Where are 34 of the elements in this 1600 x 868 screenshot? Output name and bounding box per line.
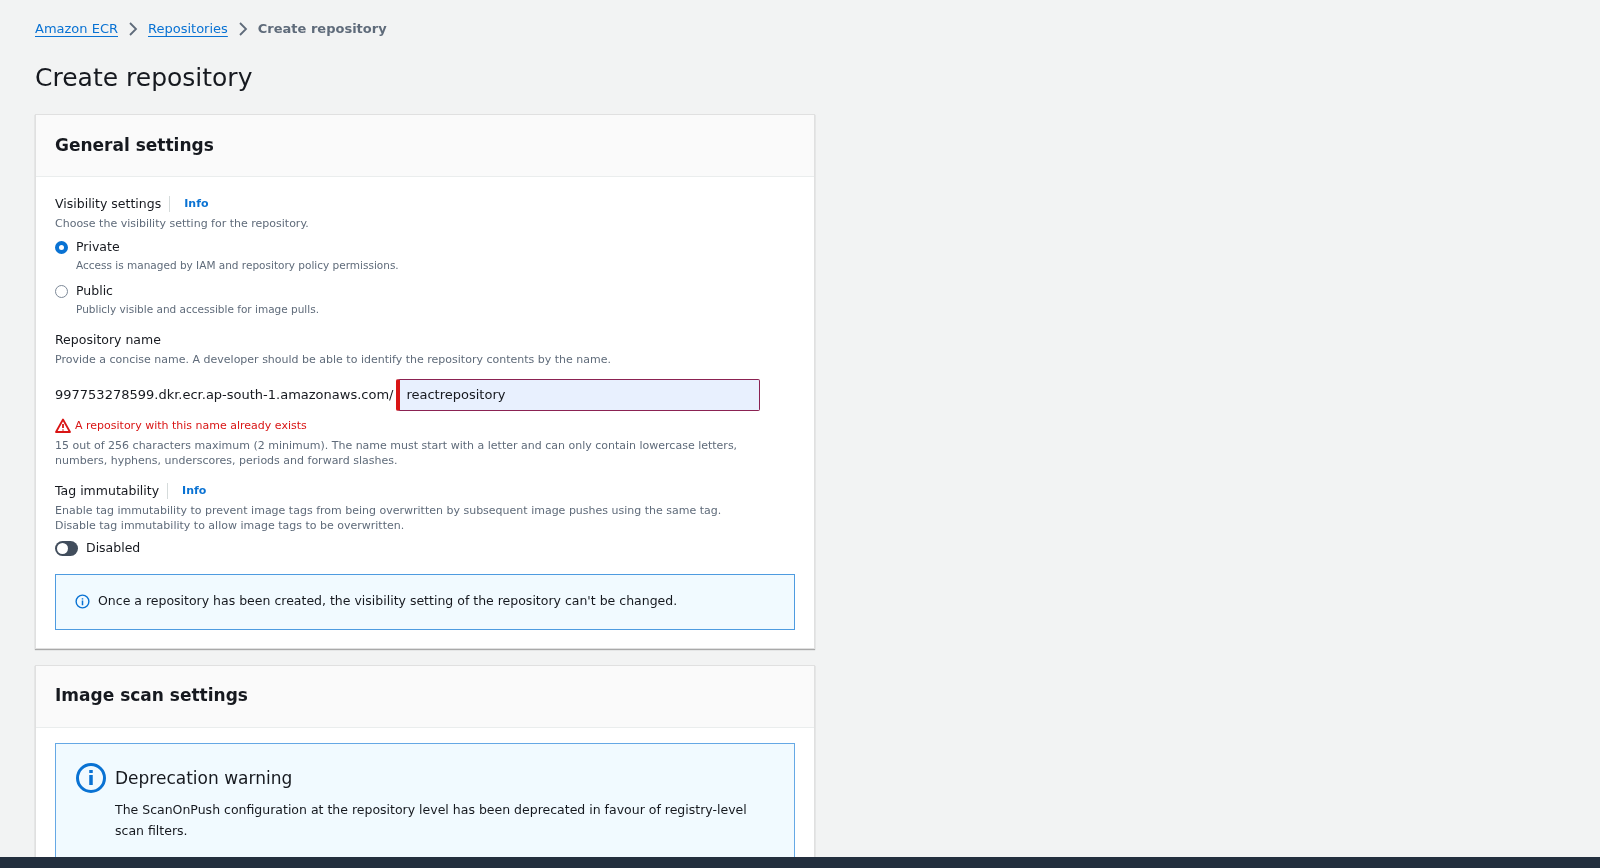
alert-title: Deprecation warning — [115, 766, 294, 790]
option-description: Publicly visible and accessible for image pulls. — [76, 301, 320, 317]
radio-label[interactable]: Public — [76, 281, 113, 301]
page-title: Create repository — [35, 62, 254, 94]
alert-message: The ScanOnPush configuration at the repository level has been deprecated in favour of registry-level scan filters. — [115, 801, 748, 840]
notice-text: Once a repository has been created, the visibility setting of the repository can't be changed. — [98, 592, 678, 611]
info-link[interactable]: Info — [184, 196, 209, 213]
toggle-label: Disabled — [86, 538, 141, 557]
breadcrumb-link[interactable]: Repositories — [148, 19, 228, 39]
option-description: Access is managed by IAM and repository policy permissions. — [76, 258, 400, 273]
field-label: Tag immutability — [55, 482, 160, 500]
registry-prefix: 997753278599.dkr.ecr.ap-south-1.amazonaws.com/ — [55, 385, 394, 404]
radio-button[interactable] — [55, 241, 68, 255]
radio-button[interactable] — [55, 284, 68, 298]
info-link[interactable]: Info — [182, 483, 207, 500]
field-label: Repository name — [55, 331, 162, 350]
field-label: Visibility settings — [55, 195, 162, 213]
field-description: Provide a concise name. A developer should be able to identify the repository contents by the name. — [55, 352, 612, 368]
breadcrumb-link[interactable]: Amazon ECR — [35, 19, 118, 39]
repository-name-input[interactable]: reactrepository — [396, 378, 761, 411]
field-description: Choose the visibility setting for the repository. — [55, 215, 310, 232]
field-description: Enable tag immutability to prevent image tags from being overwritten by subsequent image pushes using the same tag. Disable tag immutability to allow image tags to be overwritten. — [55, 502, 723, 533]
chevron-right-icon — [237, 22, 248, 36]
warning-icon — [55, 418, 71, 434]
radio-label[interactable]: Private — [76, 238, 120, 257]
section-title: General settings — [55, 133, 214, 157]
toggle-switch[interactable] — [55, 540, 78, 556]
section-title: Image scan settings — [55, 684, 248, 708]
info-icon — [75, 761, 107, 794]
error-message: A repository with this name already exists — [75, 417, 307, 434]
chevron-right-icon — [128, 22, 138, 36]
info-icon — [75, 594, 90, 609]
constraint-text: 15 out of 256 characters maximum (2 minimum). The name must start with a letter and can only contain lowercase letters, numbers, hyphens, underscores, periods and forward slashes. — [55, 438, 739, 468]
breadcrumb-current: Create repository — [257, 20, 387, 39]
